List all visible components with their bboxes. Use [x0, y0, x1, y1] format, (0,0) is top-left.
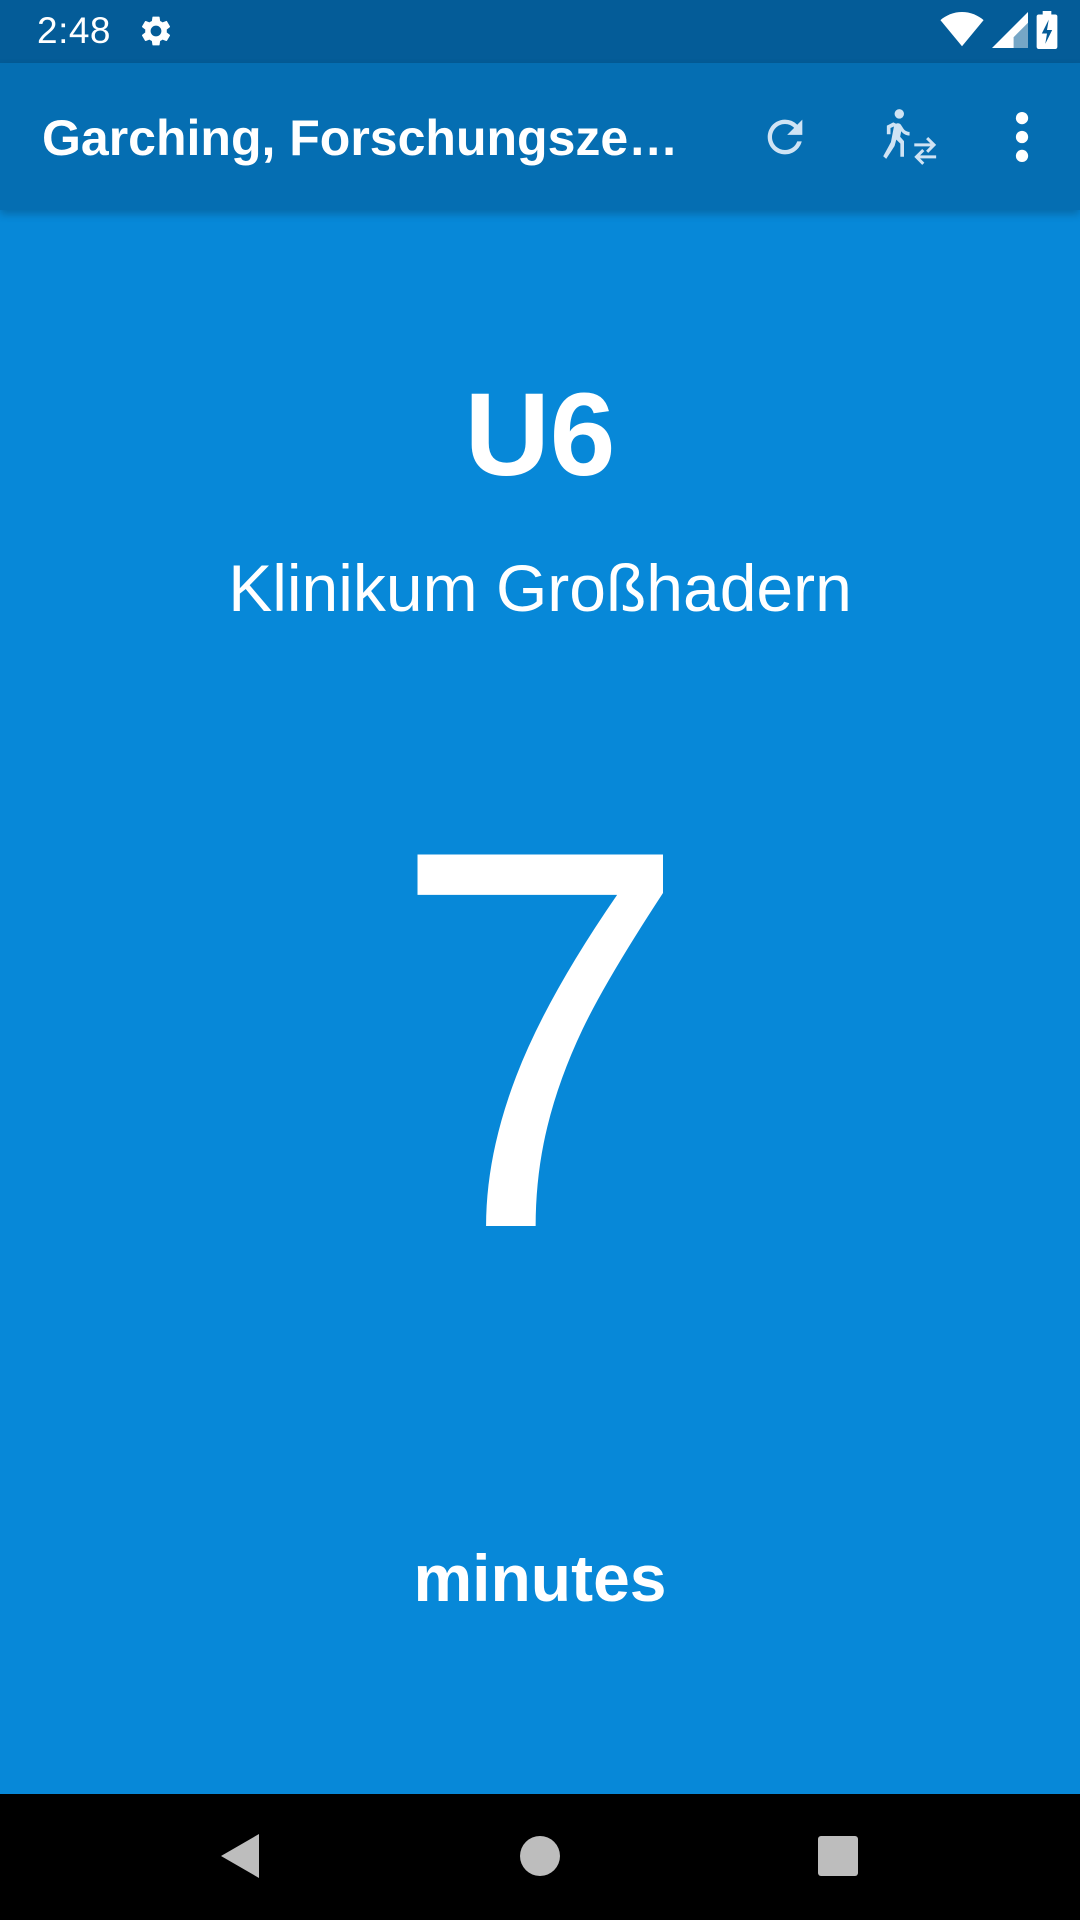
recents-icon	[818, 1835, 858, 1881]
wifi-icon	[940, 11, 984, 53]
minutes-countdown: 7	[389, 738, 691, 1341]
app-bar: Garching, Forschungszentrum	[0, 63, 1080, 210]
minutes-unit-label: minutes	[413, 1541, 667, 1615]
nav-back-button[interactable]	[201, 1820, 277, 1896]
nav-recents-button[interactable]	[800, 1820, 876, 1896]
line-label: U6	[464, 369, 616, 501]
system-nav-bar	[0, 1794, 1080, 1920]
home-icon	[520, 1835, 560, 1881]
refresh-icon	[759, 111, 811, 168]
app-title: Garching, Forschungszentrum	[42, 110, 707, 166]
walk-transfer-button[interactable]	[872, 101, 948, 177]
refresh-button[interactable]	[747, 101, 823, 177]
back-icon	[217, 1832, 261, 1885]
walk-transfer-icon	[880, 107, 940, 172]
more-vert-icon	[1012, 111, 1032, 168]
status-bar: 2:48	[0, 0, 1080, 63]
gear-icon	[138, 13, 174, 49]
nav-home-button[interactable]	[502, 1820, 578, 1896]
more-options-button[interactable]	[984, 101, 1060, 177]
status-time: 2:48	[37, 10, 112, 51]
battery-charging-icon	[1036, 10, 1058, 54]
signal-icon	[992, 11, 1028, 53]
status-icons	[940, 10, 1058, 54]
destination-label: Klinikum Großhadern	[228, 551, 852, 625]
departure-screen: 2:48 Garching, Forschungszentrum U6 Klin…	[0, 0, 1080, 1920]
